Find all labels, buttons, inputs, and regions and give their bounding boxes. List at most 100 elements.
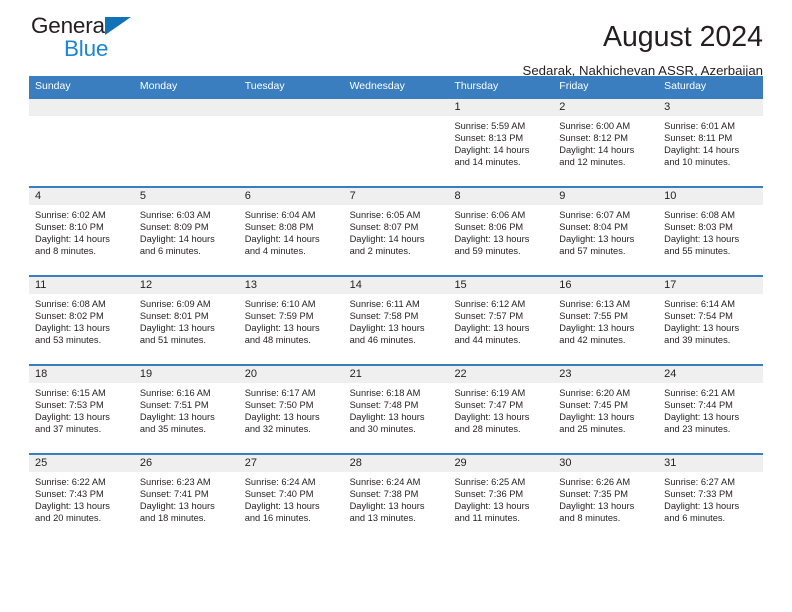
day-cell[interactable]: 26 Sunrise: 6:23 AM Sunset: 7:41 PM Dayl…	[133, 455, 239, 542]
day-details: Sunrise: 6:23 AM Sunset: 7:41 PM Dayligh…	[134, 472, 239, 524]
daylight-text-line1: Daylight: 13 hours	[349, 412, 425, 423]
day-cell[interactable]: 31 Sunrise: 6:27 AM Sunset: 7:33 PM Dayl…	[658, 455, 764, 542]
sunrise-text: Sunrise: 6:24 AM	[349, 477, 421, 487]
day-cell[interactable]: 3 Sunrise: 6:01 AM Sunset: 8:11 PM Dayli…	[658, 99, 764, 186]
page-title: August 2024	[602, 21, 763, 53]
daylight-text-line2: and 8 minutes.	[559, 513, 621, 524]
day-cell[interactable]	[133, 99, 239, 186]
day-number: 25	[29, 455, 134, 472]
day-cell[interactable]: 21 Sunrise: 6:18 AM Sunset: 7:48 PM Dayl…	[343, 366, 449, 453]
day-cell[interactable]: 15 Sunrise: 6:12 AM Sunset: 7:57 PM Dayl…	[448, 277, 554, 364]
day-number	[133, 99, 239, 116]
sunset-text: Sunset: 8:13 PM	[454, 133, 524, 144]
weekday-friday: Friday	[559, 80, 589, 92]
sunset-text: Sunset: 7:55 PM	[559, 311, 629, 322]
day-details: Sunrise: 6:24 AM Sunset: 7:38 PM Dayligh…	[344, 472, 449, 524]
day-cell[interactable]: 12 Sunrise: 6:09 AM Sunset: 8:01 PM Dayl…	[133, 277, 239, 364]
sunrise-text: Sunrise: 6:02 AM	[35, 210, 106, 220]
day-cell[interactable]: 17 Sunrise: 6:14 AM Sunset: 7:54 PM Dayl…	[658, 277, 764, 364]
daylight-text-line2: and 44 minutes.	[454, 335, 521, 346]
day-cell[interactable]: 13 Sunrise: 6:10 AM Sunset: 7:59 PM Dayl…	[238, 277, 344, 364]
sunrise-text: Sunrise: 6:13 AM	[559, 299, 631, 309]
day-cell[interactable]: 2 Sunrise: 6:00 AM Sunset: 8:12 PM Dayli…	[553, 99, 659, 186]
sunrise-text: Sunrise: 6:10 AM	[244, 299, 316, 309]
day-details: Sunrise: 6:07 AM Sunset: 8:04 PM Dayligh…	[553, 205, 658, 257]
sunrise-text: Sunrise: 6:17 AM	[244, 388, 316, 398]
day-details: Sunrise: 6:20 AM Sunset: 7:45 PM Dayligh…	[553, 383, 658, 435]
day-number: 11	[29, 277, 134, 294]
daylight-text-line1: Daylight: 13 hours	[35, 501, 110, 512]
day-number: 24	[658, 366, 764, 383]
day-number: 21	[343, 366, 449, 383]
day-cell[interactable]: 10 Sunrise: 6:08 AM Sunset: 8:03 PM Dayl…	[658, 188, 764, 275]
sunset-text: Sunset: 7:51 PM	[139, 400, 209, 411]
logo-text-blue: Blue	[64, 36, 109, 61]
day-cell[interactable]: 7 Sunrise: 6:05 AM Sunset: 8:07 PM Dayli…	[343, 188, 449, 275]
day-number: 5	[133, 188, 239, 205]
day-cell[interactable]: 18 Sunrise: 6:15 AM Sunset: 7:53 PM Dayl…	[29, 366, 134, 453]
daylight-text-line1: Daylight: 13 hours	[664, 323, 740, 334]
daylight-text-line2: and 51 minutes.	[139, 335, 207, 346]
daylight-text-line1: Daylight: 13 hours	[139, 323, 215, 334]
sunrise-text: Sunrise: 6:21 AM	[664, 388, 735, 398]
day-cell[interactable]: 11 Sunrise: 6:08 AM Sunset: 8:02 PM Dayl…	[29, 277, 134, 364]
daylight-text-line1: Daylight: 13 hours	[244, 323, 320, 334]
sunset-text: Sunset: 7:54 PM	[664, 311, 733, 322]
sunrise-text: Sunrise: 6:01 AM	[664, 121, 735, 131]
daylight-text-line1: Daylight: 14 hours	[244, 234, 320, 245]
day-details: Sunrise: 5:59 AM Sunset: 8:13 PM Dayligh…	[448, 116, 553, 168]
day-details: Sunrise: 6:01 AM Sunset: 8:11 PM Dayligh…	[658, 116, 763, 168]
day-number	[238, 99, 344, 116]
sunset-text: Sunset: 7:38 PM	[349, 489, 419, 500]
daylight-text-line2: and 30 minutes.	[349, 424, 416, 435]
sunset-text: Sunset: 7:40 PM	[244, 489, 314, 500]
day-details	[239, 116, 344, 120]
sunset-text: Sunset: 8:06 PM	[454, 222, 524, 233]
daylight-text-line2: and 4 minutes.	[244, 246, 306, 257]
day-cell[interactable]	[29, 99, 134, 186]
daylight-text-line1: Daylight: 14 hours	[349, 234, 425, 245]
day-details: Sunrise: 6:08 AM Sunset: 8:03 PM Dayligh…	[658, 205, 763, 257]
day-cell[interactable]: 5 Sunrise: 6:03 AM Sunset: 8:09 PM Dayli…	[133, 188, 239, 275]
weekday-saturday: Saturday	[664, 80, 707, 92]
day-details: Sunrise: 6:24 AM Sunset: 7:40 PM Dayligh…	[239, 472, 344, 524]
sunset-text: Sunset: 8:02 PM	[35, 311, 104, 322]
day-cell[interactable]: 20 Sunrise: 6:17 AM Sunset: 7:50 PM Dayl…	[238, 366, 344, 453]
sunset-text: Sunset: 7:33 PM	[664, 489, 733, 500]
sunrise-text: Sunrise: 6:00 AM	[559, 121, 631, 131]
generalblue-logo[interactable]: General Blue	[31, 13, 201, 65]
day-cell[interactable]: 27 Sunrise: 6:24 AM Sunset: 7:40 PM Dayl…	[238, 455, 344, 542]
day-cell[interactable]: 30 Sunrise: 6:26 AM Sunset: 7:35 PM Dayl…	[553, 455, 659, 542]
day-cell[interactable]: 14 Sunrise: 6:11 AM Sunset: 7:58 PM Dayl…	[343, 277, 449, 364]
sunset-text: Sunset: 8:12 PM	[559, 133, 629, 144]
day-cell[interactable]	[343, 99, 449, 186]
day-cell[interactable]: 1 Sunrise: 5:59 AM Sunset: 8:13 PM Dayli…	[448, 99, 554, 186]
day-cell[interactable]: 16 Sunrise: 6:13 AM Sunset: 7:55 PM Dayl…	[553, 277, 659, 364]
day-details: Sunrise: 6:03 AM Sunset: 8:09 PM Dayligh…	[134, 205, 239, 257]
sunset-text: Sunset: 8:01 PM	[139, 311, 209, 322]
day-cell[interactable]: 29 Sunrise: 6:25 AM Sunset: 7:36 PM Dayl…	[448, 455, 554, 542]
sunset-text: Sunset: 7:35 PM	[559, 489, 629, 500]
sunset-text: Sunset: 8:11 PM	[664, 133, 733, 144]
day-cell[interactable]: 23 Sunrise: 6:20 AM Sunset: 7:45 PM Dayl…	[553, 366, 659, 453]
sunrise-text: Sunrise: 6:05 AM	[349, 210, 421, 220]
day-cell[interactable]: 24 Sunrise: 6:21 AM Sunset: 7:44 PM Dayl…	[658, 366, 764, 453]
daylight-text-line1: Daylight: 14 hours	[35, 234, 110, 245]
day-cell[interactable]: 25 Sunrise: 6:22 AM Sunset: 7:43 PM Dayl…	[29, 455, 134, 542]
day-cell[interactable]	[238, 99, 344, 186]
sunrise-text: Sunrise: 6:04 AM	[244, 210, 316, 220]
day-details: Sunrise: 6:08 AM Sunset: 8:02 PM Dayligh…	[29, 294, 134, 346]
day-cell[interactable]: 22 Sunrise: 6:19 AM Sunset: 7:47 PM Dayl…	[448, 366, 554, 453]
day-number: 29	[448, 455, 554, 472]
day-cell[interactable]: 8 Sunrise: 6:06 AM Sunset: 8:06 PM Dayli…	[448, 188, 554, 275]
day-cell[interactable]: 6 Sunrise: 6:04 AM Sunset: 8:08 PM Dayli…	[238, 188, 344, 275]
day-cell[interactable]: 9 Sunrise: 6:07 AM Sunset: 8:04 PM Dayli…	[553, 188, 659, 275]
sunrise-text: Sunrise: 6:03 AM	[139, 210, 211, 220]
daylight-text-line1: Daylight: 13 hours	[559, 323, 635, 334]
sunset-text: Sunset: 7:58 PM	[349, 311, 419, 322]
day-cell[interactable]: 28 Sunrise: 6:24 AM Sunset: 7:38 PM Dayl…	[343, 455, 449, 542]
sunset-text: Sunset: 7:44 PM	[664, 400, 733, 411]
day-cell[interactable]: 4 Sunrise: 6:02 AM Sunset: 8:10 PM Dayli…	[29, 188, 134, 275]
day-cell[interactable]: 19 Sunrise: 6:16 AM Sunset: 7:51 PM Dayl…	[133, 366, 239, 453]
day-number: 15	[448, 277, 554, 294]
